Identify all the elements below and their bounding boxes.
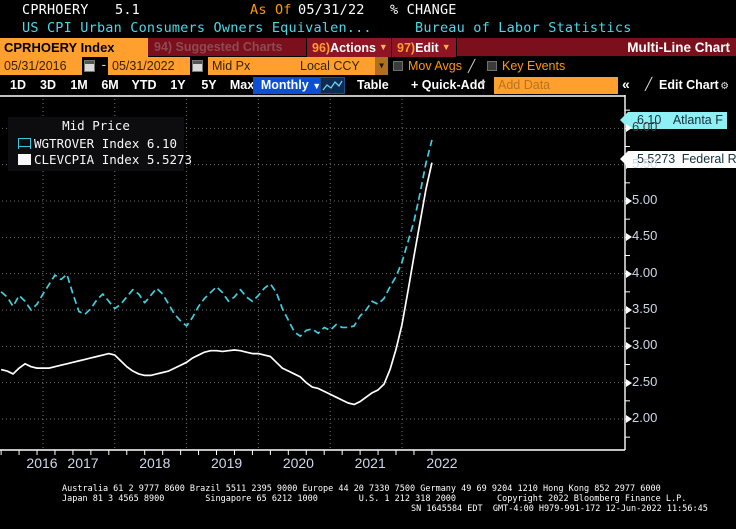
y-axis-tick-marker xyxy=(626,415,632,423)
as-of-date: 05/31/22 xyxy=(298,2,365,18)
callout-label-atlanta: Atlanta F xyxy=(672,113,723,127)
chart-type-title: Multi-Line Chart xyxy=(627,40,730,55)
y-axis-tick-4.00: 4.00 xyxy=(632,264,658,280)
gear-icon[interactable]: ⚙ xyxy=(721,78,728,92)
period-button-1d[interactable]: 1D xyxy=(2,76,34,95)
red-menu-bar: CPRHOERY Index 94) Suggested Charts 96)A… xyxy=(0,38,736,57)
pct-change-label: % CHANGE xyxy=(390,2,457,18)
y-axis-tick-marker xyxy=(626,233,632,242)
security-ticker: CPRHOERY xyxy=(22,2,89,18)
calendar-icon[interactable] xyxy=(84,60,95,72)
actions-menu-label: Actions xyxy=(330,41,376,55)
y-axis-tick-5.50: 5.50 xyxy=(632,155,658,171)
period-button-ytd[interactable]: YTD xyxy=(125,76,163,95)
legend-row-wgtrover: WGTROVER Index 6.10 xyxy=(18,136,177,151)
header-row-primary: CPRHOERY 5.1 As Of 05/31/22 % CHANGE xyxy=(0,0,736,19)
date-range-separator: - xyxy=(100,58,108,73)
period-button-5y[interactable]: 5Y xyxy=(193,76,225,95)
collapse-panel-button[interactable]: « xyxy=(622,75,630,94)
x-axis-tick-2018: 2018 xyxy=(139,455,171,471)
table-button[interactable]: Table xyxy=(357,76,389,95)
x-axis-tick-2017: 2017 xyxy=(67,455,99,471)
currency-input[interactable]: Local CCY xyxy=(296,57,375,75)
mov-avgs-checkbox[interactable] xyxy=(393,61,403,71)
y-axis-tick-3.50: 3.50 xyxy=(632,301,658,316)
chart-controls-bar: 05/31/2016 - 05/31/2022 Mid Px Local CCY… xyxy=(0,57,736,76)
chevron-down-icon[interactable]: ▼ xyxy=(480,79,485,89)
edit-menu-number: 97) xyxy=(397,41,416,55)
period-button-1m[interactable]: 1M xyxy=(63,76,95,95)
as-of-label: As Of xyxy=(250,2,292,18)
add-data-input[interactable]: Add Data xyxy=(494,77,618,94)
y-axis-tick-3.00: 3.00 xyxy=(632,337,658,353)
y-axis-tick-marker xyxy=(626,160,632,169)
start-date-input[interactable]: 05/31/2016 xyxy=(0,57,82,75)
security-description: US CPI Urban Consumers Owners Equivalen.… xyxy=(22,20,372,36)
key-events-checkbox[interactable] xyxy=(487,61,497,71)
x-axis-tick-2021: 2021 xyxy=(354,455,386,471)
bloomberg-terminal-window: CPRHOERY 5.1 As Of 05/31/22 % CHANGE US … xyxy=(0,0,736,529)
legend-swatch-solid-white xyxy=(18,154,31,165)
data-source: Bureau of Labor Statistics xyxy=(415,20,632,36)
calendar-icon[interactable] xyxy=(192,60,203,72)
ticker-input[interactable]: CPRHOERY Index xyxy=(0,38,148,57)
y-axis-tick-5.00: 5.00 xyxy=(632,192,658,207)
legend-value-clevcpia: 5.5273 xyxy=(146,152,193,167)
y-axis-tick-marker xyxy=(626,124,632,133)
end-date-input[interactable]: 05/31/2022 xyxy=(108,57,190,75)
legend-name-wgtrover: WGTROVER Index xyxy=(34,136,140,151)
currency-dropdown-arrow[interactable]: ▼ xyxy=(375,57,388,75)
chart-legend: Mid Price WGTROVER Index 6.10 CLEVCPIA I… xyxy=(8,117,192,171)
mov-avgs-label: Mov Avgs xyxy=(408,59,462,73)
y-axis-tick-marker xyxy=(626,306,632,314)
frequency-selector[interactable]: Monthly ▼ xyxy=(253,77,329,94)
last-price: 5.1 xyxy=(115,2,140,18)
period-button-1y[interactable]: 1Y xyxy=(162,76,194,95)
y-axis-tick-marker xyxy=(626,342,632,351)
footer-contacts-line1: Australia 61 2 9777 8600 Brazil 5511 239… xyxy=(62,484,661,494)
y-axis-tick-2.50: 2.50 xyxy=(632,373,658,389)
header-row-secondary: US CPI Urban Consumers Owners Equivalen.… xyxy=(0,19,736,38)
y-axis-tick-4.50: 4.50 xyxy=(632,228,658,244)
edit-menu[interactable]: 97)Edit ▼ xyxy=(391,38,457,57)
legend-swatch-dashed-cyan xyxy=(18,138,31,149)
actions-menu[interactable]: 96)Actions ▼ xyxy=(306,38,394,57)
frequency-label: Monthly xyxy=(260,78,309,92)
chevron-down-icon: ▼ xyxy=(378,42,388,52)
edit-menu-label: Edit xyxy=(415,41,439,55)
y-axis-tick-6.00: 6.00 xyxy=(632,119,658,135)
legend-title: Mid Price xyxy=(62,118,130,133)
quick-add-button[interactable]: + Quick-Add xyxy=(411,76,485,95)
footer-contacts-line2: Japan 81 3 4565 8900 Singapore 65 6212 1… xyxy=(62,494,687,504)
footer-session-info: SN 1645584 EDT GMT-4:00 H979-991-172 12-… xyxy=(411,504,708,514)
period-button-6m[interactable]: 6M xyxy=(94,76,126,95)
y-axis-tick-2.00: 2.00 xyxy=(632,410,658,425)
suggested-charts-menu[interactable]: 94) Suggested Charts xyxy=(154,38,283,57)
y-axis-tick-marker xyxy=(626,378,632,387)
y-axis-tick-marker xyxy=(626,269,632,278)
line-chart-icon[interactable] xyxy=(320,77,345,94)
actions-menu-number: 96) xyxy=(312,41,331,55)
key-events-label: Key Events xyxy=(502,59,566,73)
x-axis-tick-2020: 2020 xyxy=(282,455,314,471)
pencil-icon[interactable]: ╱ xyxy=(645,77,652,91)
x-axis-tick-2019: 2019 xyxy=(211,455,243,471)
edit-chart-button[interactable]: Edit Chart xyxy=(659,76,719,95)
period-button-3d[interactable]: 3D xyxy=(32,76,64,95)
pencil-icon[interactable]: ╱ xyxy=(468,57,475,75)
y-axis-tick-marker xyxy=(626,197,632,205)
legend-name-clevcpia: CLEVCPIA Index xyxy=(34,152,140,167)
period-selector-bar: 1D 3D 1M 6M YTD 1Y 5Y Max Monthly ▼ Tabl… xyxy=(0,76,736,95)
legend-row-clevcpia: CLEVCPIA Index 5.5273 xyxy=(18,152,192,167)
x-axis-tick-2022: 2022 xyxy=(426,455,458,471)
callout-label-federal: Federal R xyxy=(681,152,736,166)
legend-value-wgtrover: 6.10 xyxy=(146,136,177,151)
chevron-down-icon: ▼ xyxy=(441,42,451,52)
